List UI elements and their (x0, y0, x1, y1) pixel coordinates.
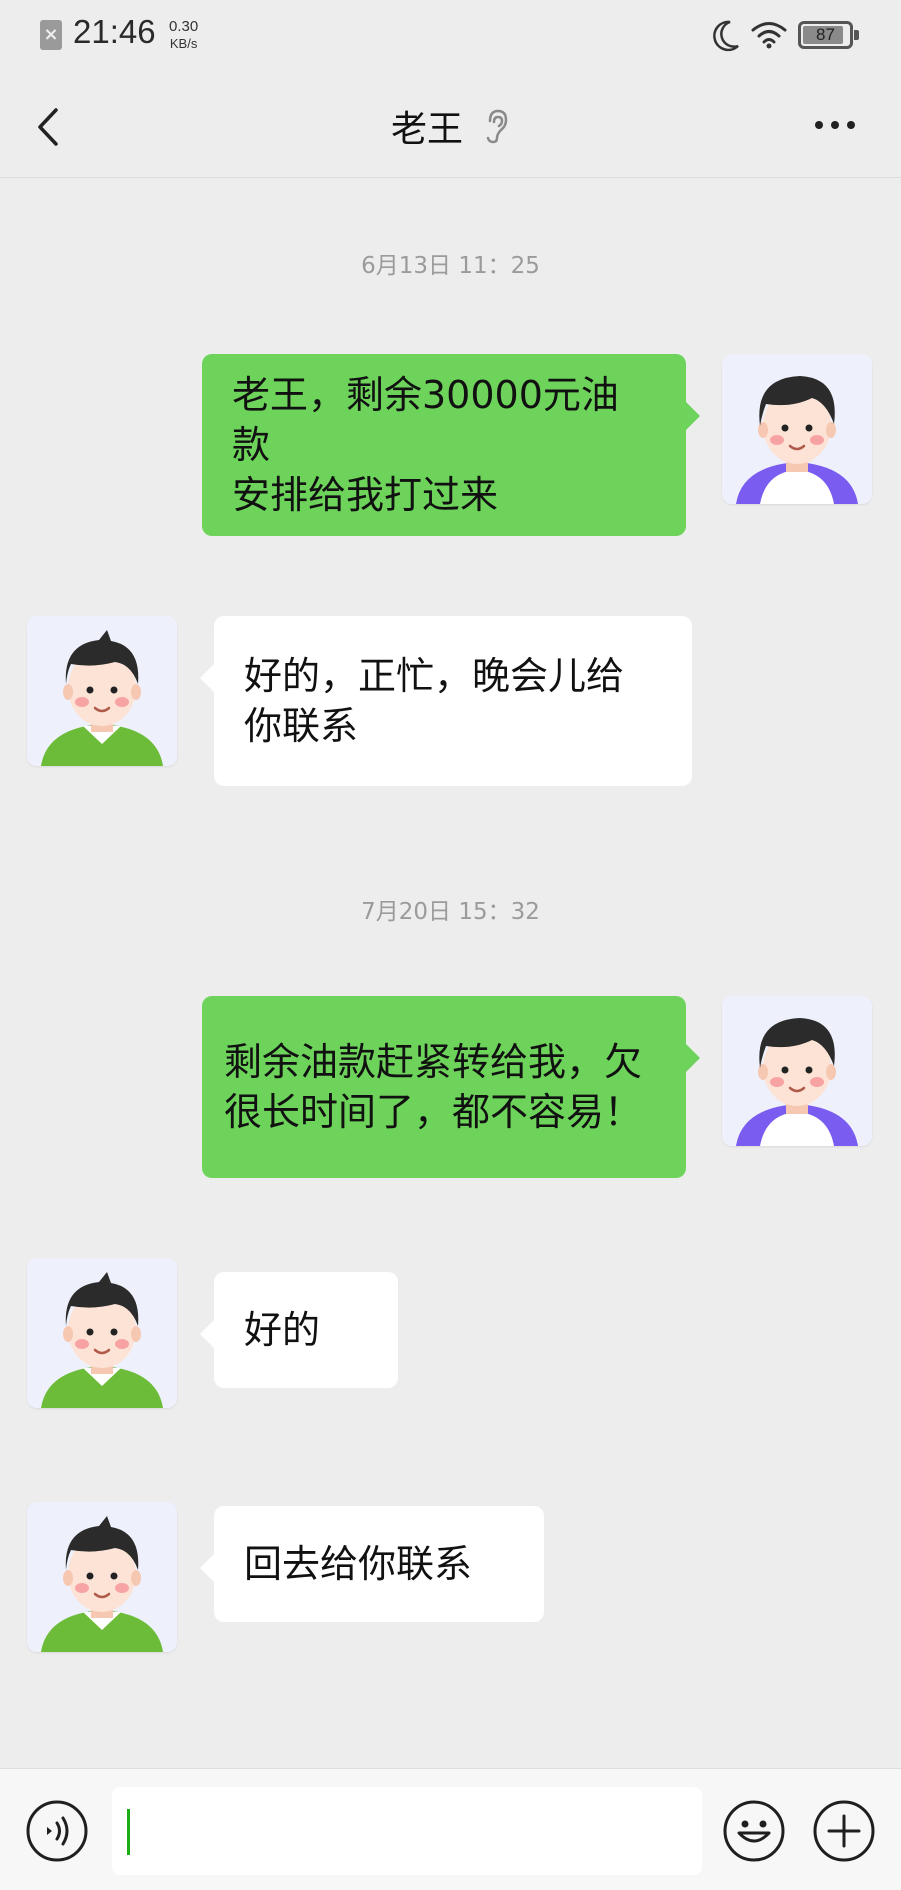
message-bubble-sent[interactable]: 老王，剩余30000元油款 安排给我打过来 (202, 354, 700, 536)
message-line: 安排给我打过来 (232, 473, 499, 517)
network-speed-unit: KB/s (169, 36, 198, 51)
contact-avatar[interactable] (27, 1258, 177, 1408)
message-text: 好的 (244, 1308, 321, 1352)
message-text: 老王，剩余30000元油款 安排给我打过来 (232, 370, 656, 520)
message-bubble-received[interactable]: 好的，正忙，晚会儿给 你联系 (200, 616, 692, 786)
ear-icon (486, 109, 508, 144)
wifi-icon (751, 22, 787, 49)
contact-avatar[interactable] (27, 616, 177, 766)
network-speed: 0.30 KB/s (169, 18, 198, 52)
contact-avatar[interactable] (27, 1502, 177, 1652)
message-text: 剩余油款赶紧转给我，欠 很长时间了，都不容易！ (224, 1037, 642, 1137)
sim-x-icon: × (40, 20, 62, 50)
emoji-icon[interactable] (722, 1799, 786, 1863)
message-text: 好的，正忙，晚会儿给 你联系 (244, 651, 624, 751)
battery-level: 87 (816, 25, 835, 44)
text-cursor (127, 1809, 130, 1855)
chat-header: 老王 (0, 74, 901, 178)
chat-messages[interactable]: 6月13日 11：25 老王，剩余30000元油款 安排给我打过来 好的，正忙，… (0, 178, 901, 1768)
my-avatar[interactable] (722, 996, 872, 1146)
moon-icon (713, 20, 739, 52)
chat-title: 老王 (390, 109, 463, 150)
message-input[interactable] (112, 1787, 702, 1875)
input-bar (0, 1768, 901, 1890)
message-line: 老王，剩余30000元油款 (232, 373, 619, 467)
status-bar: × 21:46 0.30 KB/s 87 (0, 0, 901, 74)
chat-title-group: 老王 (0, 100, 901, 152)
message-line: 剩余油款赶紧转给我，欠 (224, 1040, 643, 1084)
message-line: 很长时间了，都不容易！ (224, 1090, 643, 1134)
message-bubble-received[interactable]: 好的 (200, 1272, 398, 1388)
voice-icon[interactable] (25, 1799, 89, 1863)
more-dots-icon[interactable] (812, 110, 858, 140)
message-text: 回去给你联系 (244, 1542, 473, 1586)
network-speed-value: 0.30 (169, 18, 199, 35)
plus-icon[interactable] (812, 1799, 876, 1863)
battery-icon: 87 (798, 21, 859, 49)
my-avatar[interactable] (722, 354, 872, 504)
timestamp: 6月13日 11：25 (361, 253, 540, 279)
message-bubble-sent[interactable]: 剩余油款赶紧转给我，欠 很长时间了，都不容易！ (202, 996, 700, 1178)
timestamp: 7月20日 15：32 (361, 899, 540, 925)
message-bubble-received[interactable]: 回去给你联系 (200, 1506, 544, 1622)
message-line: 你联系 (244, 704, 359, 748)
status-time: 21:46 (73, 13, 156, 50)
message-line: 好的，正忙，晚会儿给 (244, 654, 625, 698)
